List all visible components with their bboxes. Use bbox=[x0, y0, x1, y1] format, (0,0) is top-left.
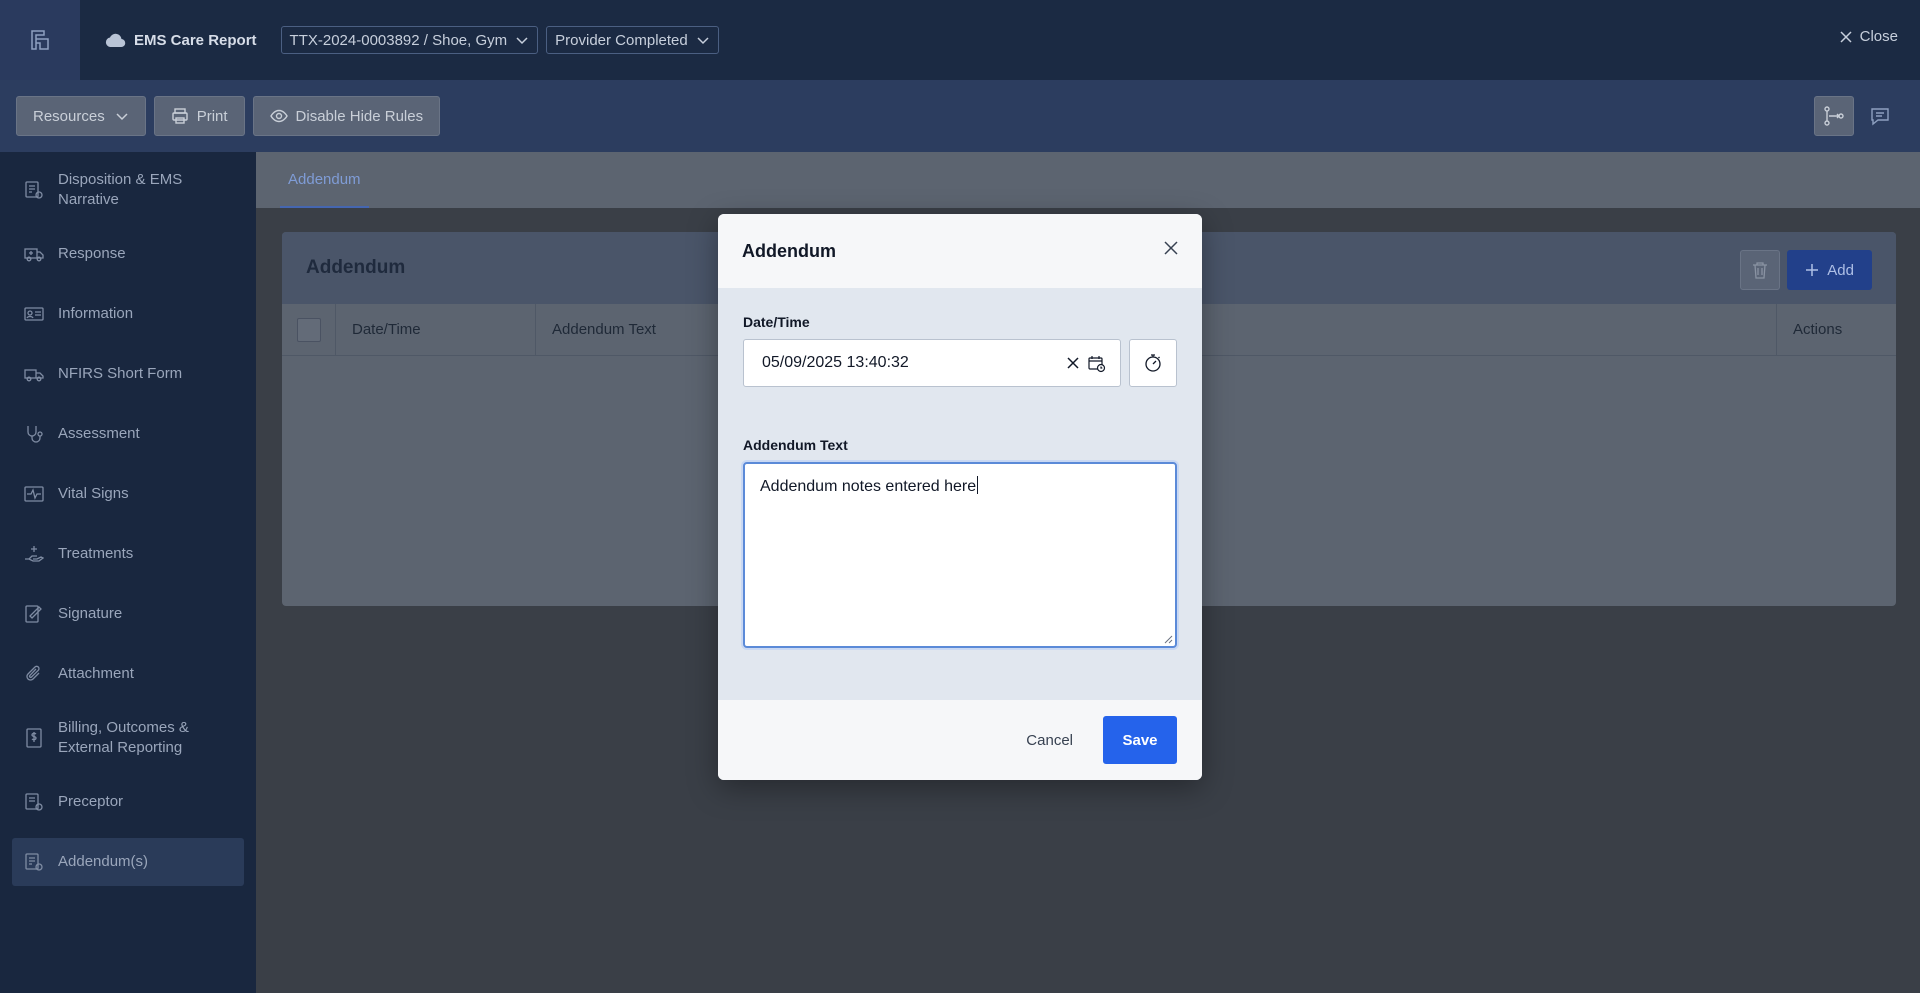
stopwatch-icon bbox=[1145, 354, 1161, 372]
sidebar-item-signature[interactable]: Signature bbox=[12, 590, 244, 638]
close-icon bbox=[1840, 30, 1852, 43]
disable-hide-rules-button[interactable]: Disable Hide Rules bbox=[252, 96, 441, 136]
billing-icon bbox=[24, 728, 46, 748]
addendum-text-label: Addendum Text bbox=[743, 437, 848, 453]
stethoscope-icon bbox=[24, 424, 46, 444]
ambulance-icon bbox=[24, 244, 46, 264]
addendum-icon bbox=[24, 852, 46, 872]
plus-icon bbox=[1806, 264, 1819, 276]
cloud-icon bbox=[104, 32, 126, 48]
comments-button[interactable] bbox=[1860, 96, 1900, 136]
id-card-icon bbox=[24, 304, 46, 324]
delete-button[interactable] bbox=[1740, 250, 1780, 290]
status-select[interactable]: Provider Completed bbox=[546, 26, 719, 54]
print-button[interactable]: Print bbox=[153, 96, 245, 136]
hand-care-icon bbox=[24, 544, 46, 564]
paperclip-icon bbox=[24, 664, 46, 684]
tab-addendum[interactable]: Addendum bbox=[280, 152, 369, 208]
sidebar-item-preceptor[interactable]: Preceptor bbox=[12, 778, 244, 826]
sidebar-item-nfirs[interactable]: NFIRS Short Form bbox=[12, 350, 244, 398]
set-current-time-button[interactable] bbox=[1129, 339, 1177, 387]
chevron-down-icon bbox=[696, 33, 710, 47]
sidebar-item-information[interactable]: Information bbox=[12, 290, 244, 338]
tabs-bar: Addendum bbox=[256, 152, 1920, 208]
modal-title: Addendum bbox=[742, 240, 836, 261]
sidebar-item-vital-signs[interactable]: Vital Signs bbox=[12, 470, 244, 518]
resources-button[interactable]: Resources bbox=[16, 96, 146, 136]
sidebar-item-response[interactable]: Response bbox=[12, 230, 244, 278]
column-header-datetime[interactable]: Date/Time bbox=[336, 303, 536, 356]
printer-icon bbox=[172, 108, 188, 124]
eye-icon bbox=[269, 109, 288, 123]
fire-truck-icon bbox=[24, 364, 46, 384]
sidebar-item-treatments[interactable]: Treatments bbox=[12, 530, 244, 578]
resize-handle-icon[interactable] bbox=[1163, 634, 1173, 644]
clear-icon[interactable] bbox=[1066, 356, 1080, 370]
top-bar: EMS Care Report TTX-2024-0003892 / Shoe,… bbox=[0, 0, 1920, 80]
app-logo[interactable] bbox=[0, 0, 80, 80]
workflow-icon bbox=[1824, 106, 1844, 126]
chevron-down-icon bbox=[515, 33, 529, 47]
add-button[interactable]: Add bbox=[1787, 250, 1872, 290]
document-check-icon bbox=[24, 180, 46, 200]
close-icon bbox=[1164, 241, 1178, 255]
sidebar-item-disposition[interactable]: Disposition & EMS Narrative bbox=[12, 162, 244, 218]
close-report-button[interactable]: Close bbox=[1840, 28, 1898, 45]
select-all-checkbox[interactable] bbox=[282, 303, 336, 356]
app-title: EMS Care Report bbox=[134, 31, 257, 49]
panel-title: Addendum bbox=[306, 257, 406, 278]
comment-icon bbox=[1871, 108, 1889, 126]
calendar-clock-icon[interactable] bbox=[1088, 355, 1106, 373]
app-logo-icon bbox=[31, 30, 49, 50]
trash-icon bbox=[1753, 262, 1767, 279]
modal-footer: Cancel Save bbox=[718, 700, 1202, 780]
cancel-button[interactable]: Cancel bbox=[1026, 732, 1073, 749]
datetime-input[interactable]: 05/09/2025 13:40:32 bbox=[743, 339, 1121, 387]
sidebar-item-attachment[interactable]: Attachment bbox=[12, 650, 244, 698]
datetime-label: Date/Time bbox=[743, 314, 810, 330]
column-header-actions: Actions bbox=[1776, 304, 1896, 356]
addendum-modal: Addendum Date/Time 05/09/2025 13:40:32 A… bbox=[718, 214, 1202, 780]
toolbar: Resources Print Disable Hide Rules bbox=[0, 80, 1920, 152]
chevron-down-icon bbox=[116, 113, 128, 121]
incident-select[interactable]: TTX-2024-0003892 / Shoe, Gym bbox=[280, 26, 539, 54]
sidebar-item-assessment[interactable]: Assessment bbox=[12, 410, 244, 458]
text-caret bbox=[977, 476, 979, 494]
signature-icon bbox=[24, 604, 46, 624]
heartbeat-icon bbox=[24, 484, 46, 504]
sidebar-item-billing[interactable]: Billing, Outcomes & External Reporting bbox=[12, 710, 244, 766]
workflow-button[interactable] bbox=[1814, 96, 1854, 136]
addendum-text-input[interactable]: Addendum notes entered here bbox=[743, 462, 1177, 648]
sidebar: Disposition & EMS Narrative Response Inf… bbox=[0, 152, 256, 993]
preceptor-icon bbox=[24, 792, 46, 812]
sidebar-item-addendums[interactable]: Addendum(s) bbox=[12, 838, 244, 886]
save-button[interactable]: Save bbox=[1103, 716, 1177, 764]
modal-close-button[interactable] bbox=[1164, 241, 1178, 255]
column-header-addendum-text[interactable]: Addendum Text bbox=[536, 304, 736, 356]
